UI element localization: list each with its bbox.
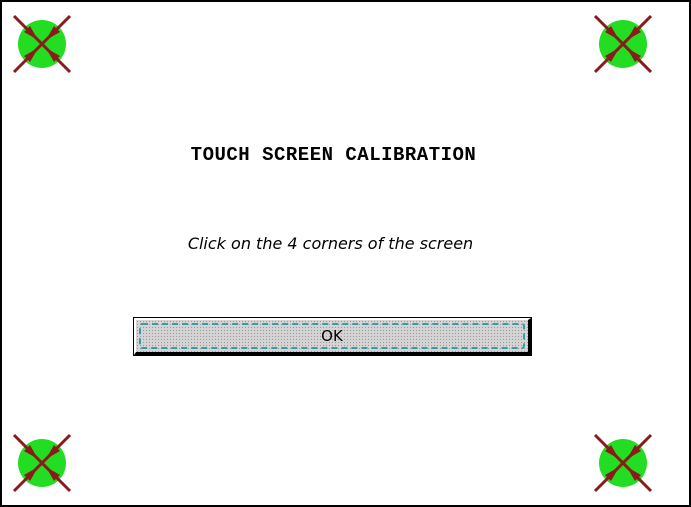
calibration-target-icon: [12, 14, 72, 74]
calibration-target-top-left[interactable]: [10, 12, 74, 76]
calibration-target-bottom-right[interactable]: [591, 431, 655, 495]
ok-button[interactable]: OK: [133, 317, 532, 356]
ok-button-focus-ring: OK: [139, 323, 525, 349]
calibration-instruction: Click on the 4 corners of the screen: [187, 234, 474, 253]
calibration-target-bottom-left[interactable]: [10, 431, 74, 495]
calibration-target-icon: [593, 433, 653, 493]
ok-button-label: OK: [321, 327, 343, 345]
calibration-target-top-right[interactable]: [591, 12, 655, 76]
calibration-title: TOUCH SCREEN CALIBRATION: [190, 144, 477, 166]
calibration-screen: TOUCH SCREEN CALIBRATION Click on the 4 …: [0, 0, 691, 507]
calibration-target-icon: [12, 433, 72, 493]
calibration-target-icon: [593, 14, 653, 74]
